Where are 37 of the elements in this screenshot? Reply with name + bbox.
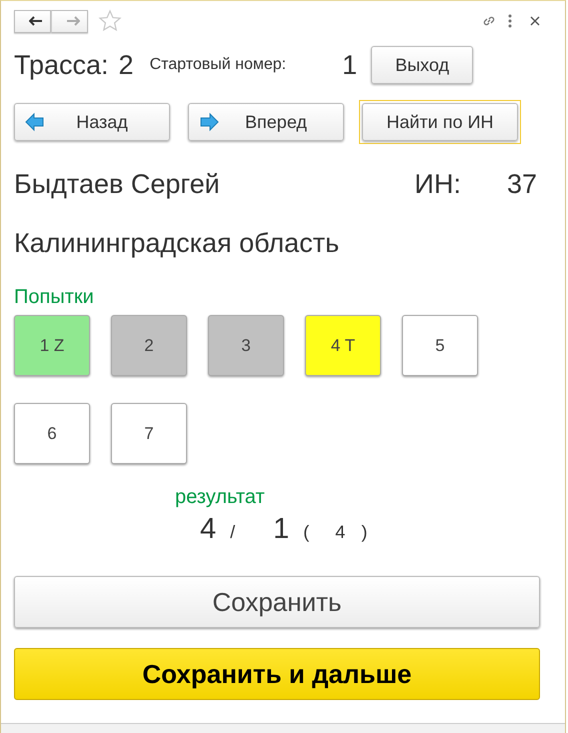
result-value: 1 bbox=[273, 513, 290, 546]
result-value: 4 bbox=[200, 513, 216, 546]
attempt-button[interactable]: 1 Z bbox=[14, 315, 90, 376]
start-number-label: Стартовый номер: bbox=[150, 56, 286, 74]
arrow-icon bbox=[66, 16, 80, 26]
athlete-name: Быдтаев Сергей bbox=[14, 169, 221, 200]
save-button[interactable]: Сохранить bbox=[14, 576, 540, 628]
more-icon[interactable] bbox=[507, 13, 513, 29]
arrow-right-icon bbox=[199, 112, 219, 132]
attempt-button[interactable]: 7 bbox=[111, 403, 187, 464]
attempt-button[interactable]: 3 bbox=[208, 315, 284, 376]
save-next-button[interactable]: Сохранить и дальше bbox=[14, 648, 540, 700]
result-label: результат bbox=[175, 486, 266, 509]
region-name: Калининградская область bbox=[14, 228, 340, 259]
track-label: Трасса: bbox=[14, 50, 109, 80]
back-button[interactable]: Назад bbox=[14, 103, 170, 141]
forward-button[interactable]: Вперед bbox=[188, 103, 344, 141]
close-icon[interactable] bbox=[529, 15, 541, 27]
attempt-button[interactable]: 2 bbox=[111, 315, 187, 376]
attempt-button[interactable]: 5 bbox=[402, 315, 478, 376]
parenthesis: ) bbox=[361, 522, 368, 543]
attempt-button[interactable]: 4 T bbox=[305, 315, 381, 376]
parenthesis: ( bbox=[303, 522, 310, 543]
arrow-left-icon bbox=[25, 112, 45, 132]
attempt-button[interactable]: 6 bbox=[14, 403, 90, 464]
separator: / bbox=[230, 522, 236, 543]
star-icon[interactable] bbox=[98, 9, 122, 33]
id-label: ИН: bbox=[414, 169, 461, 200]
attempts-label: Попытки bbox=[14, 286, 95, 309]
back-button[interactable] bbox=[14, 10, 51, 32]
result-value: 4 bbox=[335, 522, 346, 543]
id-number: 37 bbox=[506, 169, 537, 200]
track-number: 2 bbox=[118, 50, 134, 80]
exit-button[interactable]: Выход bbox=[371, 46, 474, 84]
find-button[interactable]: Найти по ИН bbox=[362, 103, 518, 141]
arrow-icon bbox=[28, 16, 42, 26]
start-number: 1 bbox=[342, 50, 358, 80]
